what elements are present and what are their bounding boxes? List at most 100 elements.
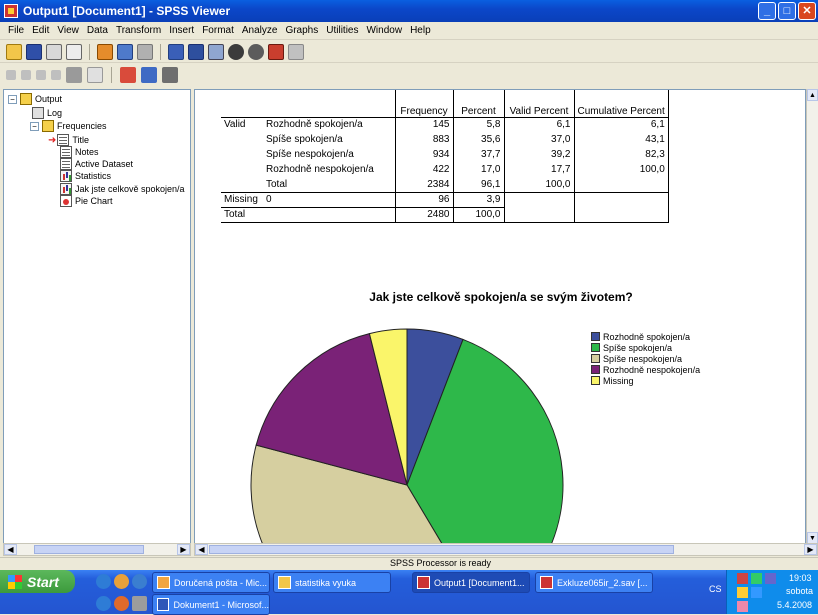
add-icon[interactable] — [288, 43, 304, 60]
language-indicator[interactable]: CS — [709, 584, 722, 594]
tree-item-notes[interactable]: Notes — [60, 146, 99, 158]
cell-cumulative-percent: 82,3 — [573, 147, 669, 162]
tree-item-statistics[interactable]: Statistics — [60, 170, 111, 182]
variables-icon[interactable] — [188, 43, 204, 60]
menu-graphs[interactable]: Graphs — [281, 25, 322, 36]
taskbar-task[interactable]: Dokument1 - Microsof... — [152, 594, 270, 615]
menu-insert[interactable]: Insert — [165, 25, 198, 36]
task-label: Dokument1 - Microsof... — [173, 599, 269, 610]
collapse-icon[interactable] — [51, 70, 61, 80]
tray-icon[interactable] — [737, 601, 748, 612]
demote-icon[interactable] — [21, 70, 31, 80]
taskbar-task[interactable]: Doručená pošta - Mic... — [152, 572, 270, 593]
promote-icon[interactable] — [6, 70, 16, 80]
undo-icon[interactable] — [137, 43, 153, 60]
collapse-toggle-icon[interactable]: − — [30, 121, 39, 131]
table-row: Spíše spokojen/a 883 35,6 37,0 43,1 — [221, 132, 669, 147]
tree-item-title[interactable]: ➜ Title — [48, 134, 89, 146]
pie-slice[interactable] — [406, 328, 464, 486]
cell-frequency: 145 — [394, 117, 453, 132]
minimize-button[interactable]: _ — [758, 2, 776, 20]
menu-edit[interactable]: Edit — [28, 25, 53, 36]
insert-title-icon[interactable] — [141, 67, 157, 83]
taskbar-task-active[interactable]: Output1 [Document1... — [412, 572, 530, 593]
tree-log[interactable]: Log — [32, 107, 62, 119]
tree-item-pie-chart[interactable]: Pie Chart — [60, 195, 113, 207]
content-vertical-scrollbar[interactable]: ▲ ▼ — [806, 89, 818, 544]
export-icon[interactable] — [97, 43, 113, 60]
scroll-right-icon[interactable]: ▶ — [177, 544, 190, 555]
print-preview-icon[interactable] — [66, 43, 82, 60]
scroll-right-icon[interactable]: ▶ — [804, 544, 817, 555]
menu-data[interactable]: Data — [83, 25, 112, 36]
task-label: statistika vyuka — [295, 577, 357, 588]
chart-legend: Rozhodně spokojen/a Spíše spokojen/a Spí… — [591, 331, 700, 386]
open-icon[interactable] — [6, 43, 22, 60]
menu-utilities[interactable]: Utilities — [322, 25, 362, 36]
current-arrow-icon: ➜ — [48, 134, 57, 146]
book-icon — [20, 93, 32, 105]
designate-window-icon[interactable] — [248, 43, 264, 60]
collapse-toggle-icon[interactable]: − — [8, 94, 17, 104]
menu-view[interactable]: View — [53, 25, 83, 36]
taskbar-task[interactable]: Exkluze065ir_2.sav [... — [535, 572, 653, 593]
scroll-thumb[interactable] — [34, 545, 144, 554]
start-button[interactable]: Start — [0, 570, 75, 593]
content-horizontal-scrollbar[interactable]: ◀ ▶ — [194, 543, 818, 556]
ie-quicklaunch-icon[interactable] — [96, 574, 111, 589]
tree-item-active-dataset[interactable]: Active Dataset — [60, 158, 133, 170]
scroll-left-icon[interactable]: ◀ — [195, 544, 208, 555]
scroll-left-icon[interactable]: ◀ — [4, 544, 17, 555]
cell-percent: 96,1 — [452, 177, 504, 193]
insert-text-icon[interactable] — [162, 67, 178, 83]
frequency-table: Frequency Percent Valid Percent Cumulati… — [221, 90, 669, 223]
status-text: SPSS Processor is ready — [390, 558, 492, 568]
pie-slice[interactable] — [368, 328, 408, 486]
firefox-quicklaunch-icon[interactable] — [114, 596, 129, 611]
tree-frequencies[interactable]: − Frequencies — [30, 120, 107, 132]
pie-slice[interactable] — [250, 444, 487, 544]
statistics-icon — [60, 183, 72, 195]
insert-heading-icon[interactable] — [120, 67, 136, 83]
menu-format[interactable]: Format — [198, 25, 238, 36]
close-button[interactable]: ✕ — [798, 2, 816, 20]
use-sets-icon[interactable] — [208, 43, 224, 60]
spss-app-icon[interactable] — [4, 4, 18, 18]
tray-icon[interactable] — [737, 573, 748, 584]
menu-analyze[interactable]: Analyze — [238, 25, 282, 36]
outline-horizontal-scrollbar[interactable]: ◀ ▶ — [3, 543, 191, 556]
clock-time[interactable]: 19:03 — [789, 573, 812, 583]
pie-slice[interactable] — [406, 338, 564, 544]
expand-icon[interactable] — [36, 70, 46, 80]
quicklaunch-icon[interactable] — [96, 596, 111, 611]
scroll-thumb[interactable] — [209, 545, 674, 554]
menu-help[interactable]: Help — [406, 25, 435, 36]
maximize-button[interactable]: □ — [778, 2, 796, 20]
menu-window[interactable]: Window — [362, 25, 406, 36]
pie-slice[interactable] — [255, 332, 408, 486]
quicklaunch-icon[interactable] — [114, 574, 129, 589]
quicklaunch-icon[interactable] — [132, 596, 147, 611]
quicklaunch-icon[interactable] — [132, 574, 147, 589]
tray-icon[interactable] — [751, 573, 762, 584]
tree-item-frequency-table[interactable]: Jak jste celkově spokojen/a — [60, 183, 185, 195]
cell-percent: 3,9 — [452, 192, 504, 208]
dialog-recall-icon[interactable] — [117, 43, 133, 60]
tray-icon[interactable] — [765, 573, 776, 584]
tray-icon[interactable] — [751, 587, 762, 598]
title-bar[interactable]: Output1 [Document1] - SPSS Viewer _ □ ✕ — [0, 0, 818, 22]
hide-icon[interactable] — [87, 67, 103, 83]
goto-case-icon[interactable] — [168, 43, 184, 60]
show-all-icon[interactable] — [228, 43, 244, 60]
show-icon[interactable] — [66, 67, 82, 83]
save-icon[interactable] — [26, 43, 42, 60]
header-percent: Percent — [452, 90, 504, 118]
tree-output[interactable]: − Output — [8, 93, 62, 105]
taskbar-task[interactable]: statistika vyuka — [273, 572, 391, 593]
tray-icon[interactable] — [737, 587, 748, 598]
menu-file[interactable]: File — [4, 25, 28, 36]
print-icon[interactable] — [46, 43, 62, 60]
menu-transform[interactable]: Transform — [112, 25, 165, 36]
scroll-up-icon[interactable]: ▲ — [807, 89, 818, 101]
insert-icon[interactable] — [268, 43, 284, 60]
